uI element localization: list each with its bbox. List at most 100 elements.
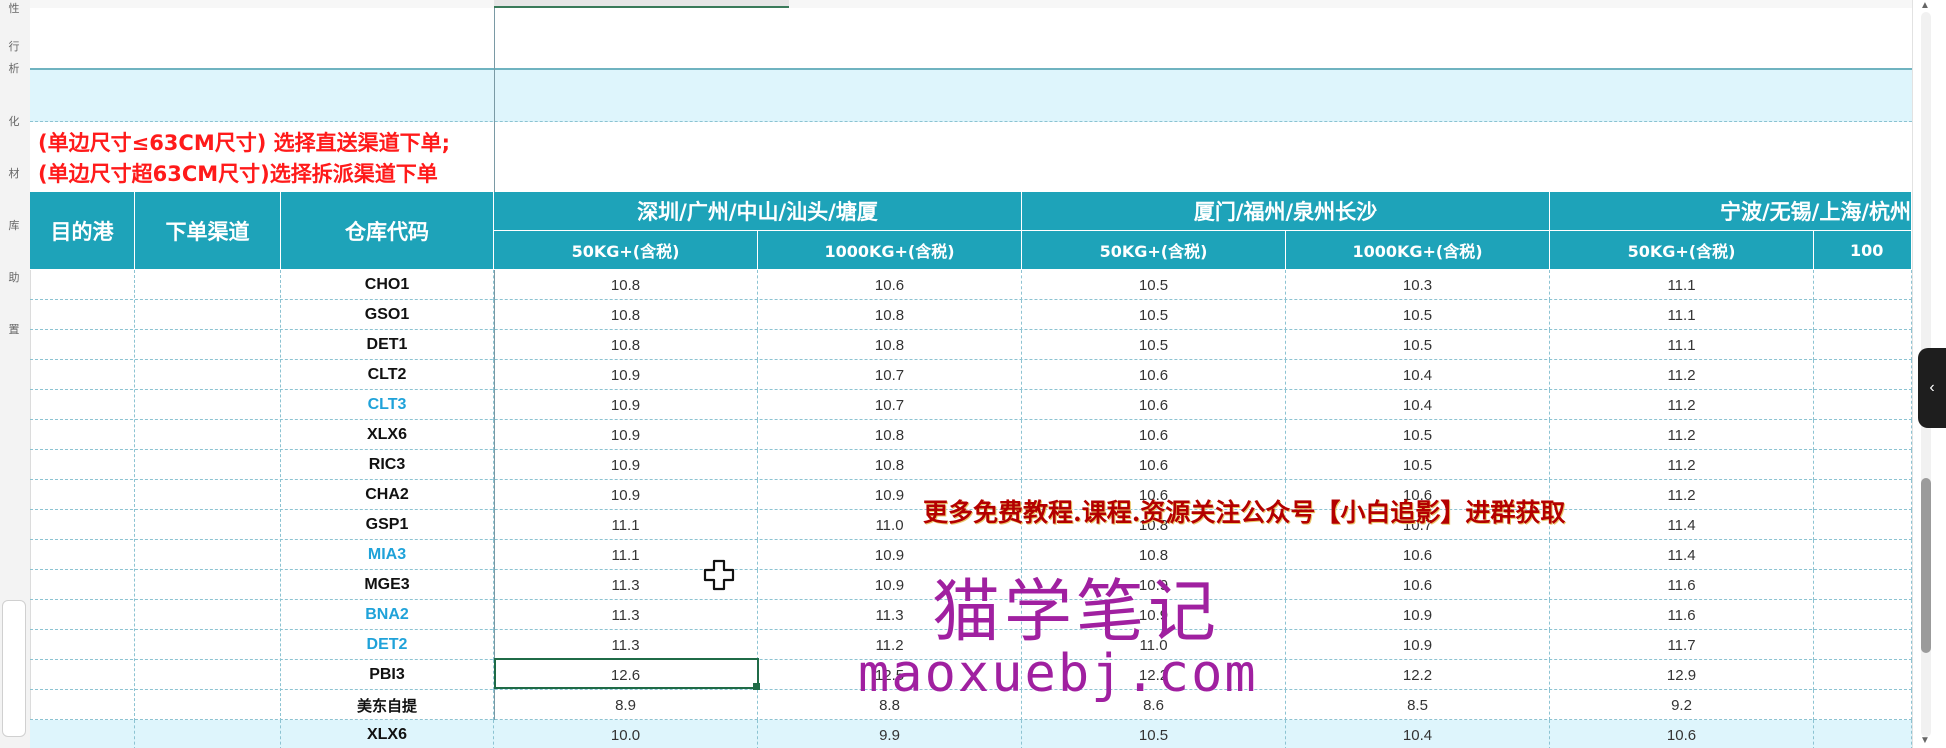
price-cell[interactable]: 10.9: [494, 390, 758, 420]
sidebar-item[interactable]: 析: [0, 62, 28, 75]
price-cell[interactable]: 10.7: [758, 360, 1022, 390]
price-cell-partial[interactable]: [1814, 630, 1912, 660]
price-cell-partial[interactable]: [1814, 540, 1912, 570]
price-cell[interactable]: 11.2: [1550, 360, 1814, 390]
price-cell-partial[interactable]: [1814, 330, 1912, 360]
price-cell[interactable]: 10.6: [1022, 450, 1286, 480]
price-cell[interactable]: 11.4: [1550, 540, 1814, 570]
price-cell[interactable]: 10.4: [1286, 390, 1550, 420]
price-cell[interactable]: 11.4: [1550, 510, 1814, 540]
price-cell[interactable]: 10.9: [494, 450, 758, 480]
price-cell[interactable]: 11.2: [1550, 420, 1814, 450]
price-cell[interactable]: 11.3: [494, 630, 758, 660]
price-cell[interactable]: 10.5: [1286, 330, 1550, 360]
price-cell-partial[interactable]: [1814, 360, 1912, 390]
price-cell[interactable]: 10.6: [1022, 420, 1286, 450]
collapse-panel-button[interactable]: ‹: [1918, 348, 1946, 428]
sidebar-item[interactable]: 助: [0, 271, 28, 284]
sidebar-item[interactable]: 行: [0, 40, 28, 53]
scroll-down-icon[interactable]: ▼: [1920, 735, 1930, 746]
price-cell[interactable]: 11.1: [1550, 300, 1814, 330]
price-cell[interactable]: 10.8: [494, 270, 758, 300]
price-cell-partial[interactable]: [1814, 690, 1912, 720]
price-cell[interactable]: 10.6: [1286, 540, 1550, 570]
price-cell[interactable]: 10.5: [1286, 420, 1550, 450]
price-cell[interactable]: 10.6: [758, 270, 1022, 300]
price-cell[interactable]: 10.8: [494, 300, 758, 330]
price-cell[interactable]: 8.5: [1286, 690, 1550, 720]
warehouse-code-cell[interactable]: PBI3: [281, 660, 494, 690]
price-cell[interactable]: 11.2: [1550, 450, 1814, 480]
warehouse-code-cell[interactable]: BNA2: [281, 600, 494, 630]
channel-cell[interactable]: [135, 720, 281, 748]
price-cell-partial[interactable]: [1814, 720, 1912, 748]
warehouse-code-cell[interactable]: RIC3: [281, 450, 494, 480]
price-cell[interactable]: 10.3: [1286, 270, 1550, 300]
price-cell[interactable]: 10.4: [1286, 360, 1550, 390]
price-cell[interactable]: 11.7: [1550, 630, 1814, 660]
price-cell[interactable]: 10.9: [494, 360, 758, 390]
sidebar-item[interactable]: 库: [0, 219, 28, 232]
price-cell[interactable]: 10.9: [494, 420, 758, 450]
price-cell[interactable]: 10.6: [1022, 390, 1286, 420]
warehouse-code-cell[interactable]: CHO1: [281, 270, 494, 300]
price-cell-partial[interactable]: [1814, 450, 1912, 480]
fill-handle[interactable]: [753, 683, 760, 690]
sidebar-item[interactable]: 材: [0, 167, 28, 180]
price-cell[interactable]: 10.5: [1022, 270, 1286, 300]
price-cell[interactable]: 9.9: [758, 720, 1022, 748]
price-cell[interactable]: 12.9: [1550, 660, 1814, 690]
price-cell[interactable]: 11.6: [1550, 570, 1814, 600]
price-cell[interactable]: 11.1: [494, 510, 758, 540]
price-cell[interactable]: 11.3: [494, 600, 758, 630]
warehouse-code-cell[interactable]: CLT3: [281, 390, 494, 420]
spreadsheet-grid[interactable]: (单边尺寸≤63CM尺寸) 选择直送渠道下单; (单边尺寸超63CM尺寸)选择拆…: [30, 8, 1912, 748]
price-cell[interactable]: 9.2: [1550, 690, 1814, 720]
warehouse-code-cell[interactable]: CLT2: [281, 360, 494, 390]
price-cell-partial[interactable]: [1814, 600, 1912, 630]
price-cell[interactable]: 10.5: [1022, 330, 1286, 360]
scroll-thumb[interactable]: [1921, 478, 1931, 653]
warehouse-code-cell[interactable]: CHA2: [281, 480, 494, 510]
price-cell[interactable]: 11.2: [1550, 390, 1814, 420]
port-cell[interactable]: [30, 720, 135, 748]
price-cell[interactable]: 12.2: [1286, 660, 1550, 690]
price-cell-partial[interactable]: [1814, 660, 1912, 690]
price-cell[interactable]: 10.4: [1286, 720, 1550, 748]
price-cell[interactable]: 10.9: [1286, 630, 1550, 660]
price-cell-partial[interactable]: [1814, 390, 1912, 420]
price-cell-partial[interactable]: [1814, 510, 1912, 540]
warehouse-code-cell[interactable]: MIA3: [281, 540, 494, 570]
price-cell[interactable]: 10.8: [758, 420, 1022, 450]
price-cell[interactable]: 10.5: [1022, 720, 1286, 748]
price-cell[interactable]: 10.0: [494, 720, 758, 748]
price-cell[interactable]: 10.5: [1022, 300, 1286, 330]
price-cell[interactable]: 11.6: [1550, 600, 1814, 630]
warehouse-code-cell[interactable]: DET1: [281, 330, 494, 360]
price-cell-partial[interactable]: [1814, 420, 1912, 450]
price-cell[interactable]: 11.1: [1550, 270, 1814, 300]
price-cell[interactable]: 8.9: [494, 690, 758, 720]
price-cell[interactable]: 10.5: [1286, 450, 1550, 480]
price-cell[interactable]: 10.8: [758, 300, 1022, 330]
price-cell[interactable]: 11.2: [1550, 480, 1814, 510]
price-cell[interactable]: 10.9: [494, 480, 758, 510]
warehouse-code-cell[interactable]: XLX6: [281, 420, 494, 450]
sidebar-item[interactable]: 置: [0, 323, 28, 336]
price-cell[interactable]: 10.8: [494, 330, 758, 360]
warehouse-code-cell[interactable]: GSP1: [281, 510, 494, 540]
price-cell-partial[interactable]: [1814, 300, 1912, 330]
sidebar-item[interactable]: 化: [0, 115, 28, 128]
price-cell[interactable]: 10.7: [758, 390, 1022, 420]
sidebar-item[interactable]: 性: [0, 2, 28, 15]
warehouse-code-cell[interactable]: 美东自提: [281, 690, 494, 720]
price-cell[interactable]: 10.9: [1286, 600, 1550, 630]
price-cell-partial[interactable]: [1814, 270, 1912, 300]
price-cell[interactable]: 10.8: [758, 330, 1022, 360]
active-cell-selection[interactable]: [494, 658, 759, 689]
price-cell[interactable]: 10.6: [1550, 720, 1814, 748]
price-cell[interactable]: 10.5: [1286, 300, 1550, 330]
warehouse-code-cell[interactable]: GSO1: [281, 300, 494, 330]
price-cell[interactable]: 10.6: [1286, 570, 1550, 600]
price-cell-partial[interactable]: [1814, 570, 1912, 600]
